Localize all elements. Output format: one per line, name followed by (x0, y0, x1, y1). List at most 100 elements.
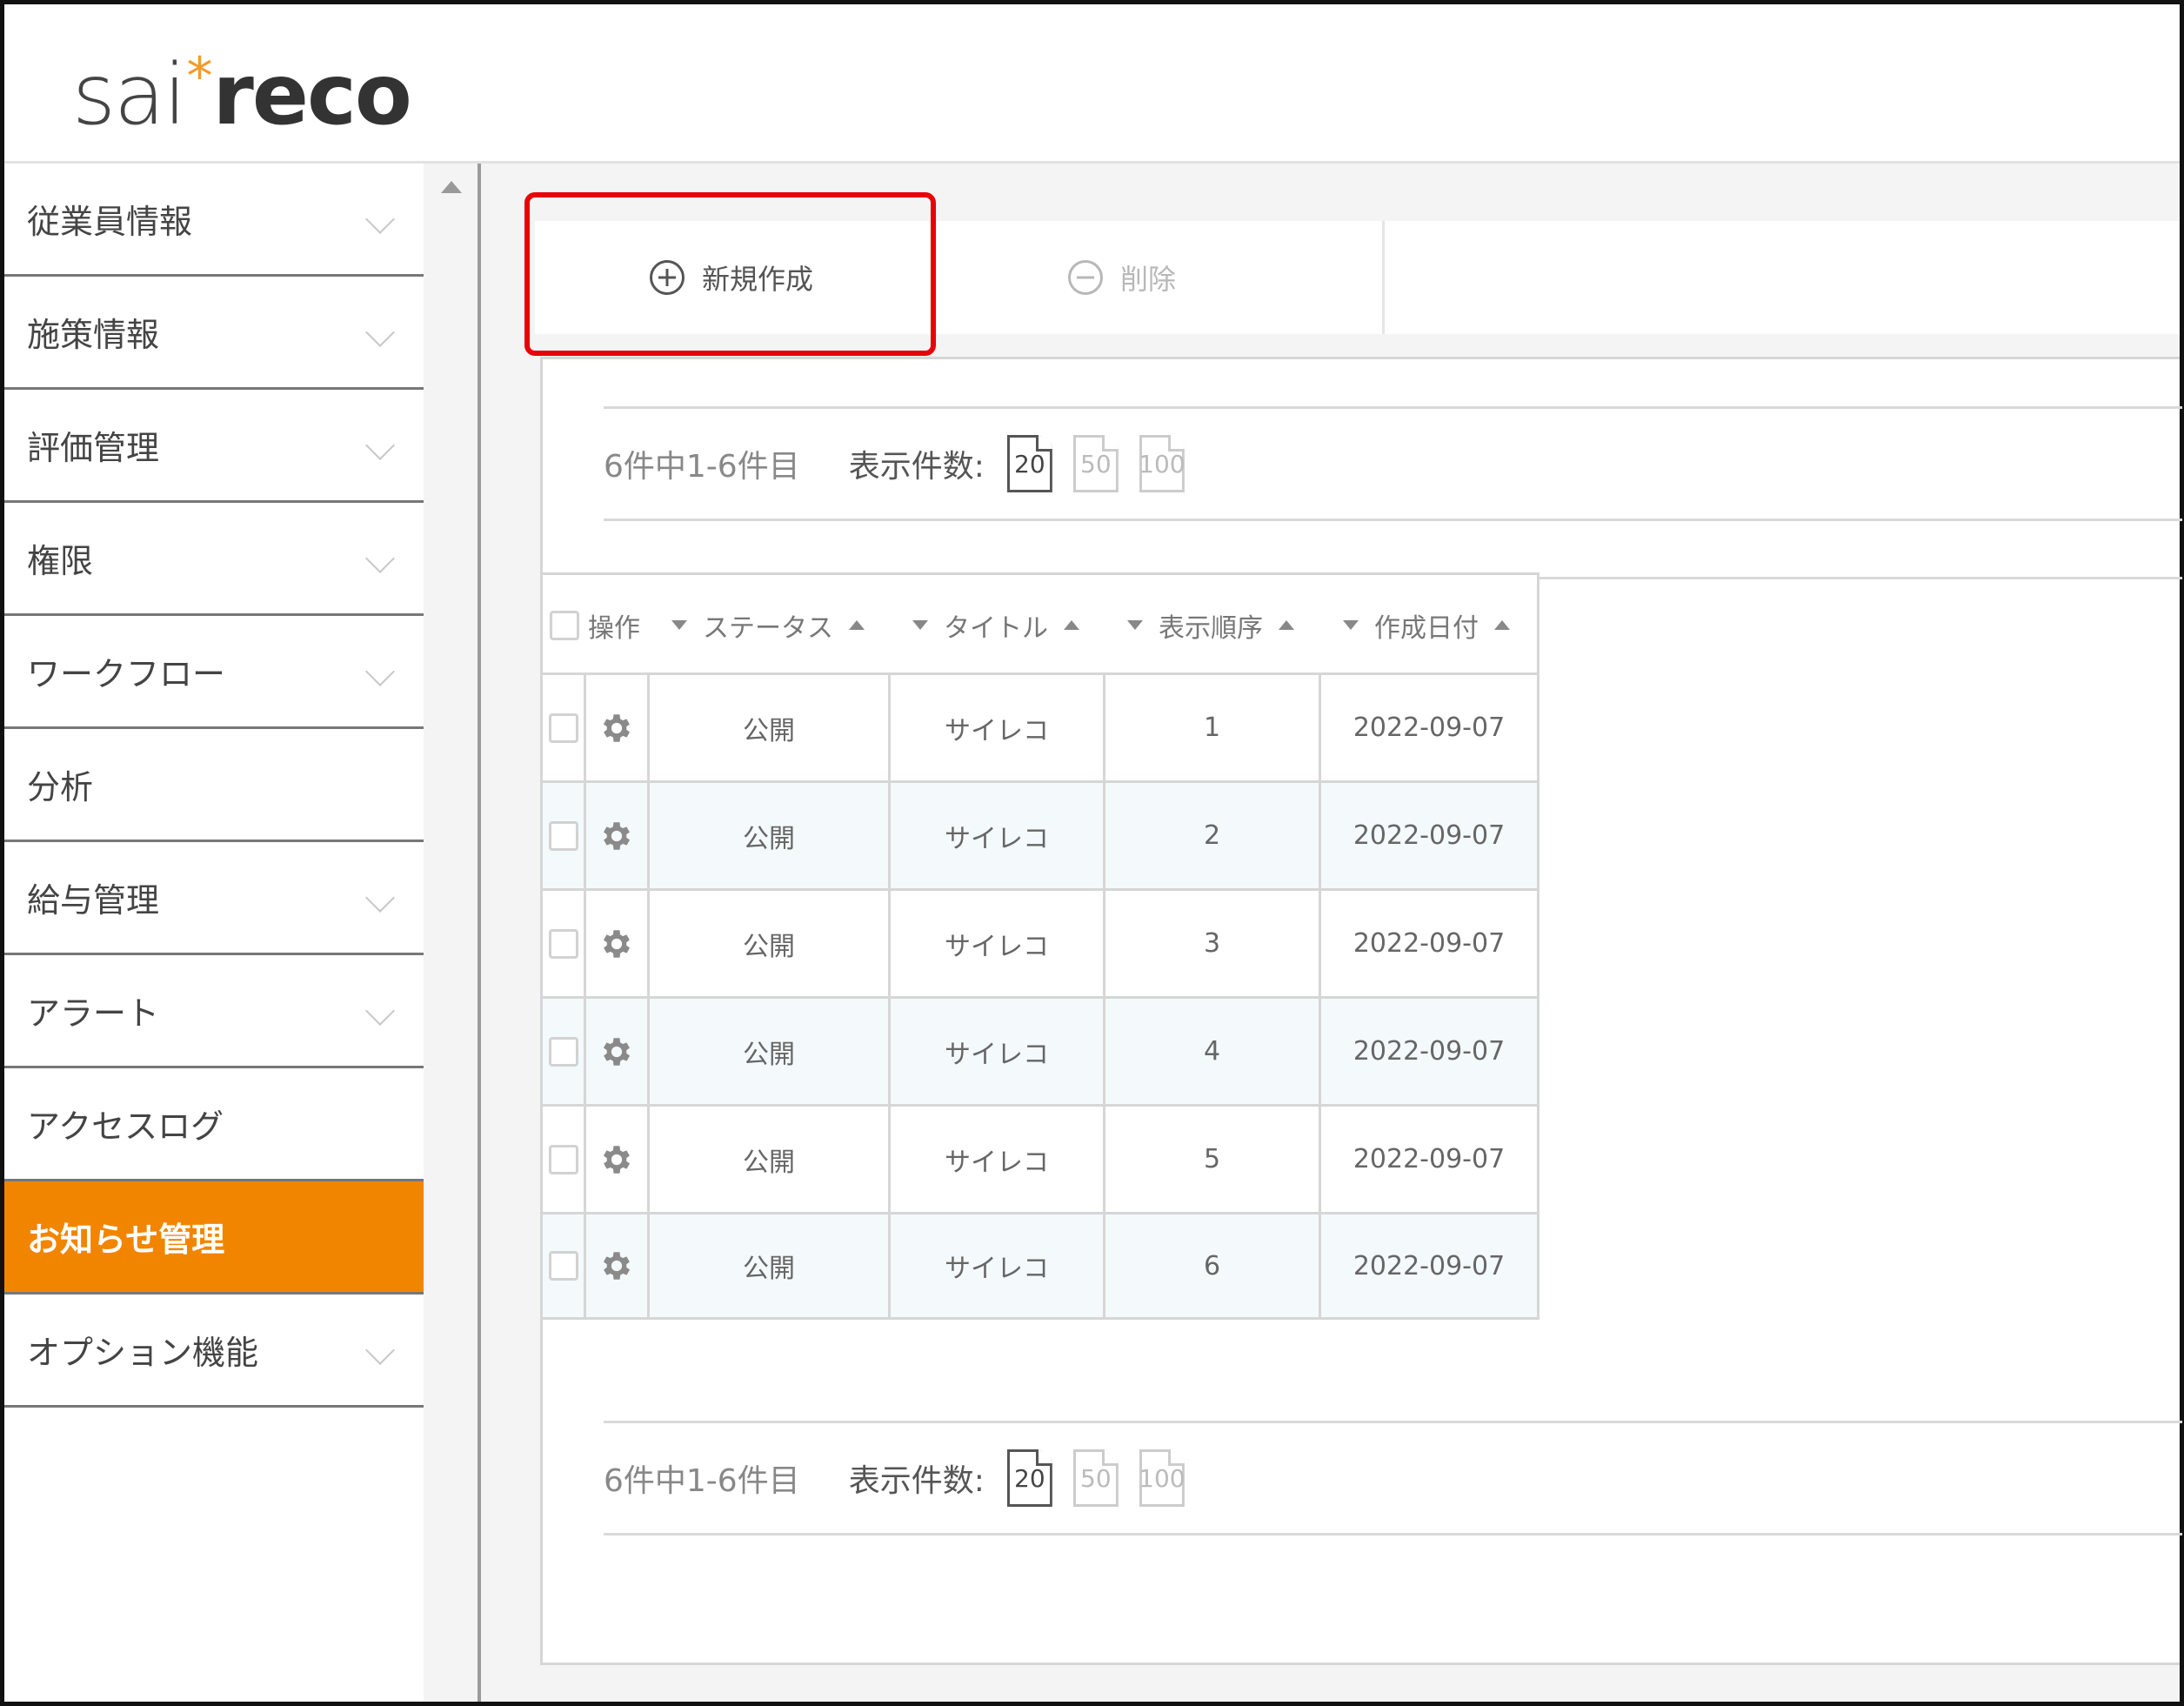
row-checkbox[interactable] (543, 1214, 586, 1317)
scroll-up-arrow-icon[interactable] (441, 181, 462, 193)
cell-title[interactable]: サイレコ (891, 1214, 1105, 1317)
sidebar-item-permissions[interactable]: 権限 (4, 503, 424, 616)
per-page-label: 表示件数: (848, 1463, 985, 1499)
sidebar-item-evaluation[interactable]: 評価管理 (4, 390, 424, 503)
cell-title[interactable]: サイレコ (891, 891, 1105, 996)
table-header: 操作 ステータス タイトル 表示順序 作成日付 (540, 572, 1539, 672)
notice-table: 操作 ステータス タイトル 表示順序 作成日付 公開 サイレコ 1 2022-0… (540, 572, 1539, 1320)
pager-bottom: 6件中1-6件目 表示件数: 20 50 100 (604, 1421, 2182, 1535)
sidebar-item-notice-management[interactable]: お知らせ管理 (4, 1181, 424, 1295)
header-status-label: ステータス (703, 612, 833, 644)
cell-date: 2022-09-07 (1352, 1036, 1506, 1067)
chevron-down-icon (365, 544, 395, 573)
header-date[interactable]: 作成日付 (1343, 575, 1510, 675)
gear-icon (603, 821, 631, 850)
sort-desc-icon[interactable] (671, 620, 687, 630)
cell-title[interactable]: サイレコ (891, 783, 1105, 888)
row-settings-button[interactable] (586, 1107, 650, 1212)
per-page-100[interactable]: 100 (1139, 435, 1185, 492)
sort-asc-icon[interactable] (849, 620, 865, 630)
result-count: 6件中1-6件目 (604, 449, 800, 485)
header-title[interactable]: タイトル (912, 575, 1079, 675)
cell-order: 4 (1105, 999, 1321, 1104)
chevron-down-icon (365, 1335, 395, 1365)
sidebar-item-label: 施策情報 (27, 316, 160, 354)
per-page-20[interactable]: 20 (1006, 1449, 1052, 1507)
row-checkbox[interactable] (543, 1107, 586, 1212)
sort-desc-icon[interactable] (1343, 620, 1359, 630)
cell-date: 2022-09-07 (1352, 928, 1506, 959)
cell-date: 2022-09-07 (1352, 820, 1506, 851)
cell-status: 公開 (650, 891, 891, 996)
cell-order: 6 (1105, 1214, 1321, 1317)
chevron-down-icon (365, 657, 395, 686)
chevron-down-icon (365, 318, 395, 347)
sidebar-item-access-log[interactable]: アクセスログ (4, 1068, 424, 1181)
sidebar-item-measures-info[interactable]: 施策情報 (4, 277, 424, 390)
sidebar-item-label: ワークフロー (27, 655, 226, 693)
row-checkbox[interactable] (543, 891, 586, 996)
minus-circle-icon (1067, 260, 1103, 295)
row-settings-button[interactable] (586, 891, 650, 996)
row-settings-button[interactable] (586, 1214, 650, 1317)
row-settings-button[interactable] (586, 783, 650, 888)
sidebar-item-label: 評価管理 (27, 429, 160, 467)
cell-status: 公開 (650, 1107, 891, 1212)
sidebar-item-analysis[interactable]: 分析 (4, 729, 424, 842)
sidebar-item-label: アラート (27, 994, 160, 1033)
sidebar-item-label: お知らせ管理 (27, 1221, 225, 1259)
row-checkbox[interactable] (543, 999, 586, 1104)
gear-icon (603, 713, 631, 742)
sidebar-item-options[interactable]: オプション機能 (4, 1295, 424, 1408)
sidebar-item-employee-info[interactable]: 従業員情報 (4, 164, 424, 277)
sidebar-item-label: オプション機能 (27, 1334, 259, 1372)
sort-asc-icon[interactable] (1064, 620, 1079, 630)
sort-desc-icon[interactable] (1127, 620, 1143, 630)
cell-order: 1 (1105, 675, 1321, 780)
sidebar-item-workflow[interactable]: ワークフロー (4, 616, 424, 729)
per-page-20[interactable]: 20 (1006, 435, 1052, 492)
row-settings-button[interactable] (586, 999, 650, 1104)
table-row: 公開 サイレコ 3 2022-09-07 (540, 888, 1539, 996)
sidebar-item-payroll[interactable]: 給与管理 (4, 842, 424, 955)
cell-status: 公開 (650, 675, 891, 780)
sort-asc-icon[interactable] (1279, 620, 1294, 630)
new-button-highlight (524, 192, 936, 356)
delete-button[interactable]: 削除 (928, 221, 1316, 334)
table-row: 公開 サイレコ 2 2022-09-07 (540, 780, 1539, 888)
cell-title[interactable]: サイレコ (891, 999, 1105, 1104)
gear-icon (603, 1145, 631, 1174)
row-settings-button[interactable] (586, 675, 650, 780)
main-content: 新規作成 削除 6件中1-6件目 表示件数: 20 50 100 6件中1-6件… (481, 164, 2182, 1702)
delete-label: 削除 (1119, 263, 1176, 296)
cell-status: 公開 (650, 999, 891, 1104)
header-status[interactable]: ステータス (671, 575, 865, 675)
per-page-50[interactable]: 50 (1072, 435, 1119, 492)
saireco-logo[interactable]: sai * reco (72, 46, 412, 144)
sort-asc-icon[interactable] (1494, 620, 1510, 630)
chevron-down-icon (365, 883, 395, 913)
table-row: 公開 サイレコ 5 2022-09-07 (540, 1104, 1539, 1212)
sidebar-item-label: 分析 (27, 768, 94, 806)
table-body: 公開 サイレコ 1 2022-09-07 公開 サイレコ 2 2022-09-0… (540, 672, 1539, 1320)
table-row: 公開 サイレコ 1 2022-09-07 (540, 672, 1539, 780)
header-date-label: 作成日付 (1374, 612, 1479, 644)
sidebar-scrollbar[interactable] (424, 164, 481, 1702)
pager-top: 6件中1-6件目 表示件数: 20 50 100 (604, 406, 2182, 521)
cell-date: 2022-09-07 (1352, 1250, 1506, 1281)
row-checkbox[interactable] (543, 783, 586, 888)
cell-status: 公開 (650, 1214, 891, 1317)
header: sai * reco (4, 4, 2180, 164)
cell-date: 2022-09-07 (1352, 1144, 1506, 1174)
cell-title[interactable]: サイレコ (891, 675, 1105, 780)
select-all-checkbox[interactable] (550, 575, 579, 675)
row-checkbox[interactable] (543, 675, 586, 780)
chevron-down-icon (365, 204, 395, 234)
logo-text-reco: reco (212, 46, 412, 144)
cell-title[interactable]: サイレコ (891, 1107, 1105, 1212)
header-order[interactable]: 表示順序 (1127, 575, 1294, 675)
per-page-100[interactable]: 100 (1139, 1449, 1185, 1507)
sort-desc-icon[interactable] (912, 620, 928, 630)
sidebar-item-alert[interactable]: アラート (4, 955, 424, 1068)
per-page-50[interactable]: 50 (1072, 1449, 1119, 1507)
